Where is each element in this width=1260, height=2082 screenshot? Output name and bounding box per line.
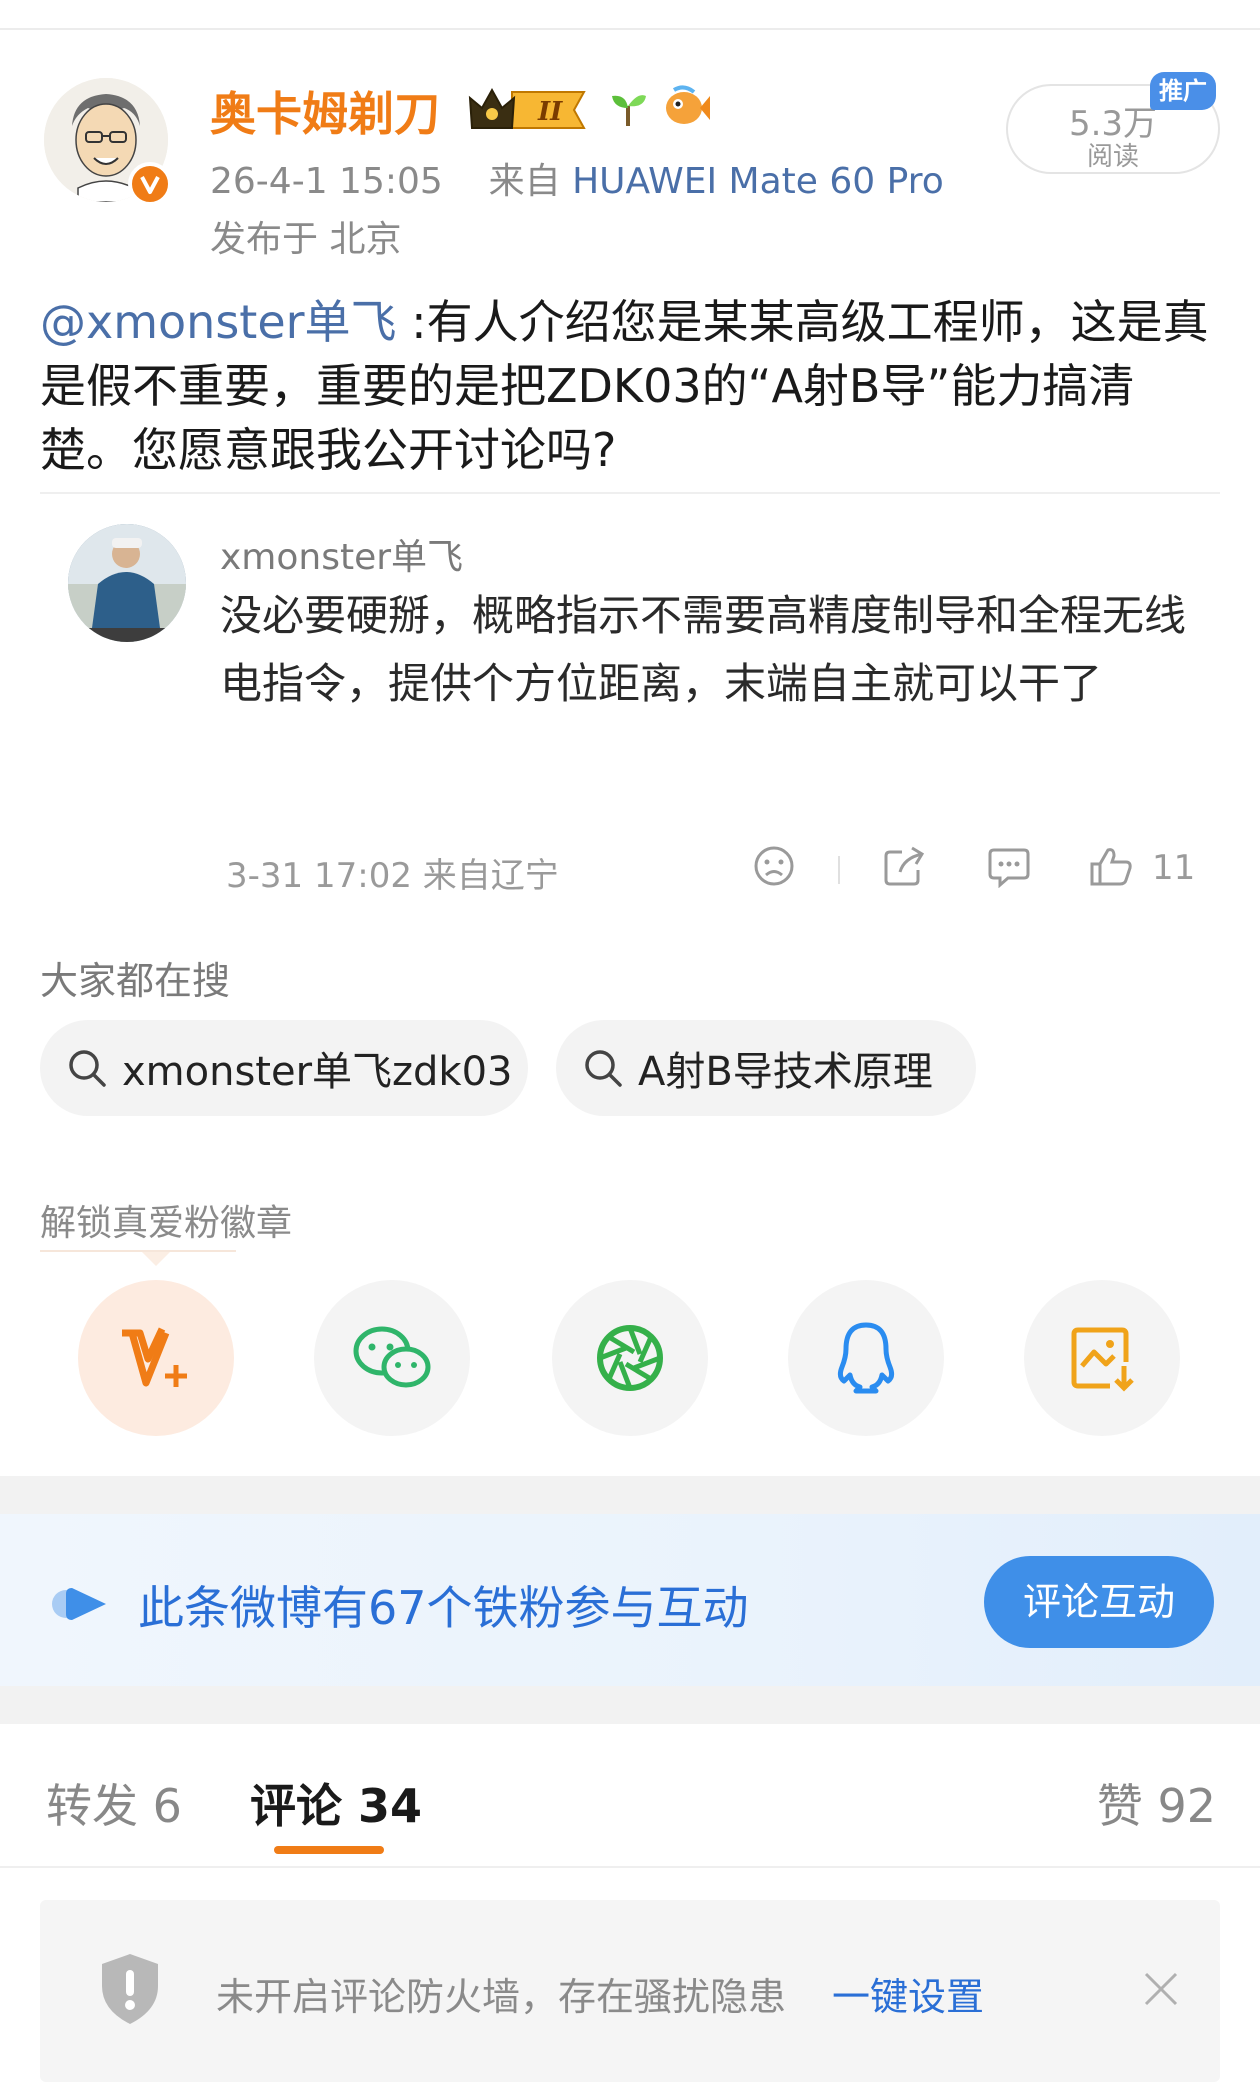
post-body: @xmonster单飞 :有人介绍您是某某高级工程师，这是真是假不重要，重要的是… xyxy=(40,290,1220,482)
one-click-setup-link[interactable]: 一键设置 xyxy=(832,1966,984,2021)
share-qq-button[interactable] xyxy=(788,1280,944,1436)
svg-text:II: II xyxy=(537,97,563,127)
search-chip-label: A射B导技术原理 xyxy=(638,1049,933,1095)
search-chip-label: xmonster单飞zdk03 xyxy=(122,1049,513,1095)
reads-label: 阅读 xyxy=(1086,142,1139,172)
tab-reposts[interactable]: 转发 6 xyxy=(46,1770,182,1836)
membership-crown-icon[interactable]: II xyxy=(466,84,592,140)
author-name[interactable]: 奥卡姆剃刀 xyxy=(210,78,440,144)
fan-badge-button[interactable] xyxy=(78,1280,234,1436)
search-chip[interactable]: xmonster单飞zdk03 xyxy=(40,1020,528,1116)
quoted-text: 没必要硬掰，概略指示不需要高精度制导和全程无线电指令，提供个方位距离，末端自主就… xyxy=(220,591,1187,708)
search-icon xyxy=(69,1050,106,1087)
unlock-badge-title: 解锁真爱粉徽章 xyxy=(40,1203,293,1244)
comment-icon[interactable] xyxy=(986,844,1032,892)
sprout-icon[interactable] xyxy=(606,86,650,134)
shield-warning-icon xyxy=(98,1952,162,2030)
mention-link[interactable]: @xmonster单飞 xyxy=(40,295,397,349)
share-wechat-button[interactable] xyxy=(314,1280,470,1436)
v-plus-icon xyxy=(122,1327,187,1387)
tab-comments[interactable]: 评论 34 xyxy=(250,1770,422,1836)
quoted-like-count: 11 xyxy=(1152,848,1196,888)
moments-shutter-icon xyxy=(597,1325,663,1391)
quoted-avatar[interactable] xyxy=(68,524,186,642)
wechat-icon xyxy=(353,1326,431,1388)
post-meta: 26-4-1 15:05 来自 HUAWEI Mate 60 Pro xyxy=(210,152,944,204)
divider xyxy=(0,1866,1260,1868)
search-section-title: 大家都在搜 xyxy=(40,959,231,1003)
quoted-meta: 3-31 17:02 来自辽宁 xyxy=(226,856,559,896)
save-image-button[interactable] xyxy=(1024,1280,1180,1436)
quoted-username[interactable]: xmonster单飞 xyxy=(220,528,463,580)
share-moments-button[interactable] xyxy=(552,1280,708,1436)
post-device[interactable]: HUAWEI Mate 60 Pro xyxy=(572,161,944,202)
post-source-prefix: 来自 xyxy=(488,161,561,202)
active-tab-indicator xyxy=(274,1846,384,1854)
dislike-icon[interactable] xyxy=(752,844,796,892)
promo-tag[interactable]: 推广 xyxy=(1150,72,1216,110)
section-gap xyxy=(0,1686,1260,1724)
search-chip[interactable]: A射B导技术原理 xyxy=(556,1020,976,1116)
image-download-icon xyxy=(1071,1327,1134,1392)
unlock-caret xyxy=(142,1252,170,1266)
action-separator xyxy=(838,856,840,884)
unlock-underline xyxy=(40,1250,236,1252)
comment-interaction-button[interactable]: 评论互动 xyxy=(984,1556,1214,1648)
section-gap xyxy=(0,1476,1260,1514)
firewall-notice-text: 未开启评论防火墙，存在骚扰隐患 xyxy=(216,1975,787,2019)
close-icon[interactable] xyxy=(1142,1970,1180,2012)
fish-badge-icon[interactable] xyxy=(660,82,712,134)
thumbs-up-icon[interactable] xyxy=(1088,844,1134,892)
fans-banner-text: 此条微博有67个铁粉参与互动 xyxy=(138,1581,749,1635)
post-datetime: 26-4-1 15:05 xyxy=(210,161,443,202)
tab-likes[interactable]: 赞 92 xyxy=(1097,1770,1216,1836)
qq-penguin-icon xyxy=(837,1322,895,1394)
divider xyxy=(40,492,1220,494)
fans-play-icon xyxy=(52,1584,112,1628)
search-icon xyxy=(585,1050,622,1087)
share-icon[interactable] xyxy=(882,844,926,892)
top-divider xyxy=(0,28,1260,30)
verified-icon xyxy=(128,162,172,206)
post-location: 发布于 北京 xyxy=(210,219,402,260)
